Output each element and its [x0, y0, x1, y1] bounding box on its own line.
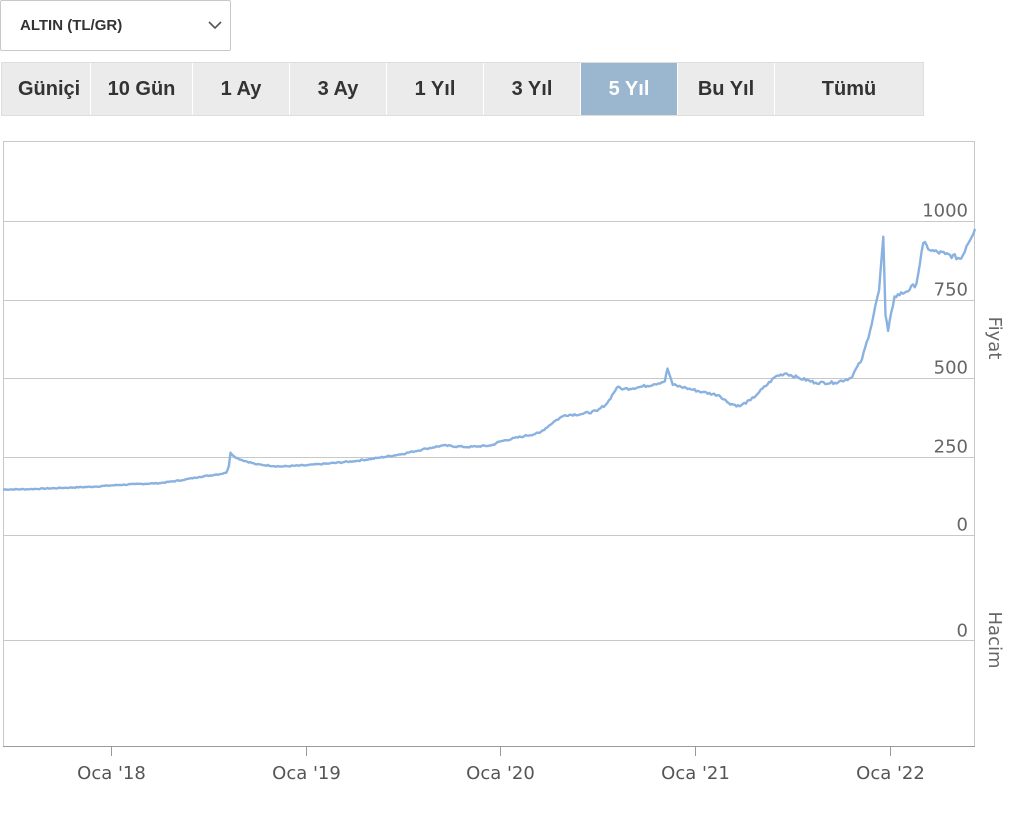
price-series-line	[3, 228, 977, 491]
x-axis: Oca '18 Oca '19 Oca '20 Oca '21 Oca '22	[3, 746, 975, 784]
price-tick-label: 250	[934, 437, 968, 458]
tab-tumu[interactable]: Tümü	[775, 63, 923, 115]
chevron-down-icon	[208, 21, 222, 30]
instrument-select[interactable]: ALTIN (TL/GR)	[0, 0, 231, 51]
chart-frame	[3, 141, 975, 747]
instrument-select-value: ALTIN (TL/GR)	[20, 17, 123, 34]
volume-tick-label: 0	[957, 621, 968, 642]
tab-5-yil[interactable]: 5 Yıl	[581, 63, 678, 115]
tab-3-yil[interactable]: 3 Yıl	[484, 63, 581, 115]
price-tick-label: 500	[934, 358, 968, 379]
x-tick-label: Oca '20	[466, 763, 535, 784]
price-axis-ticks: 0 250 500 750 1000	[922, 201, 968, 536]
tab-10-gun[interactable]: 10 Gün	[91, 63, 193, 115]
tab-1-ay[interactable]: 1 Ay	[193, 63, 290, 115]
volume-axis-ticks: 0	[957, 621, 968, 642]
tab-bu-yil[interactable]: Bu Yıl	[678, 63, 775, 115]
price-chart: Oca '18 Oca '19 Oca '20 Oca '21 Oca '22 0 250…	[3, 141, 1005, 784]
tab-1-yil[interactable]: 1 Yıl	[387, 63, 484, 115]
x-tick-label: Oca '18	[77, 763, 146, 784]
tab-3-ay[interactable]: 3 Ay	[290, 63, 387, 115]
price-axis-label: Fiyat	[984, 317, 1005, 360]
x-tick-label: Oca '21	[661, 763, 730, 784]
x-tick-label: Oca '22	[856, 763, 925, 784]
x-tick-label: Oca '19	[272, 763, 341, 784]
price-tick-label: 750	[934, 280, 968, 301]
price-tick-label: 0	[957, 515, 968, 536]
tab-gunici[interactable]: Güniçi	[2, 63, 91, 115]
range-tabs: Güniçi 10 Gün 1 Ay 3 Ay 1 Yıl 3 Yıl 5 Yı…	[1, 62, 924, 116]
grid-lines	[3, 221, 975, 641]
volume-axis-label: Hacim	[984, 612, 1005, 669]
price-tick-label: 1000	[922, 201, 968, 222]
